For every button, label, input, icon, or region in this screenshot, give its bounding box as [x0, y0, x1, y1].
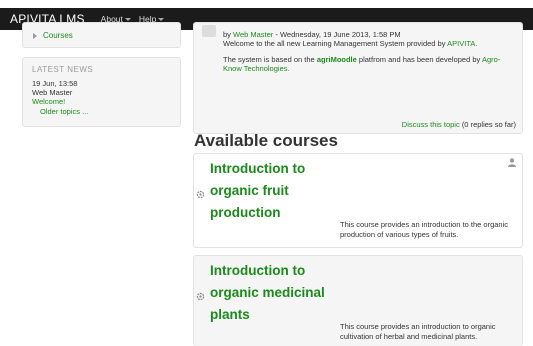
available-courses-heading: Available courses: [194, 131, 338, 150]
caret-down-icon: [158, 18, 165, 21]
course-card: Introduction to organic fruit production…: [193, 153, 523, 248]
course-summary-line: production of various types of fruits.: [340, 230, 459, 239]
agroknow-link-part1[interactable]: Agro-: [482, 55, 500, 64]
by-label: by: [223, 30, 231, 39]
agrimoodle-link[interactable]: agriMoodle: [317, 55, 357, 64]
course-summary-line: This course provides an introduction to …: [340, 220, 509, 229]
navigation-block: Courses: [22, 22, 181, 48]
news-date: 19 Jun, 13:58: [32, 79, 78, 88]
top-strip: [0, 0, 533, 8]
user-icon: [508, 158, 516, 167]
course-card: Introduction to organic medicinal plants…: [193, 255, 523, 346]
post-line2-suffix: platfrom and has been developed by: [358, 55, 481, 64]
news-item-link[interactable]: Welcome!: [32, 97, 65, 106]
course-gear-icon: [196, 190, 205, 199]
course-summary-line: This course provides an introduction to …: [340, 322, 496, 331]
course-title-line: production: [210, 205, 281, 220]
agroknow-link-part2[interactable]: Know Technologies.: [223, 64, 290, 73]
post-line-3: Know Technologies.: [223, 64, 290, 74]
caret-down-icon: [124, 18, 131, 21]
course-gear-icon: [196, 292, 205, 301]
older-topics-link[interactable]: Older topics ...: [40, 107, 88, 116]
courses-nav-item[interactable]: Courses: [33, 31, 73, 40]
latest-news-title: LATEST NEWS: [32, 65, 94, 74]
course-title-line: Introduction to: [210, 161, 306, 176]
forum-post: by Web Master - Wednesday, 19 June 2013,…: [193, 22, 523, 134]
courses-link-label: Courses: [43, 31, 73, 40]
post-line1-text: Welcome to the all new Learning Manageme…: [223, 39, 446, 48]
latest-news-block: LATEST NEWS 19 Jun, 13:58 Web Master Wel…: [22, 57, 181, 127]
news-author: Web Master: [32, 88, 73, 97]
course-title-line: Introduction to: [210, 263, 306, 278]
post-author-link[interactable]: Web Master: [233, 30, 273, 39]
course-title-line: organic fruit: [210, 183, 289, 198]
discuss-row: Discuss this topic (0 replies so far): [402, 120, 516, 129]
post-date: - Wednesday, 19 June 2013, 1:58 PM: [275, 30, 401, 39]
course-title-line: organic medicinal: [210, 285, 325, 300]
apivita-link[interactable]: APIVITA.: [447, 39, 477, 48]
course-title-link[interactable]: Introduction to organic fruit production: [210, 158, 305, 224]
discuss-topic-link[interactable]: Discuss this topic: [402, 120, 460, 129]
course-summary-line: cultivation of herbal and medicinal plan…: [340, 332, 478, 341]
post-line-1: Welcome to the all new Learning Manageme…: [223, 39, 477, 49]
triangle-right-icon: [33, 32, 37, 39]
post-avatar: [202, 25, 216, 37]
course-title-link[interactable]: Introduction to organic medicinal plants: [210, 260, 325, 326]
course-title-line: plants: [210, 307, 250, 322]
replies-count: (0 replies so far): [461, 120, 516, 129]
post-line2-text: The system is based on the: [223, 55, 315, 64]
